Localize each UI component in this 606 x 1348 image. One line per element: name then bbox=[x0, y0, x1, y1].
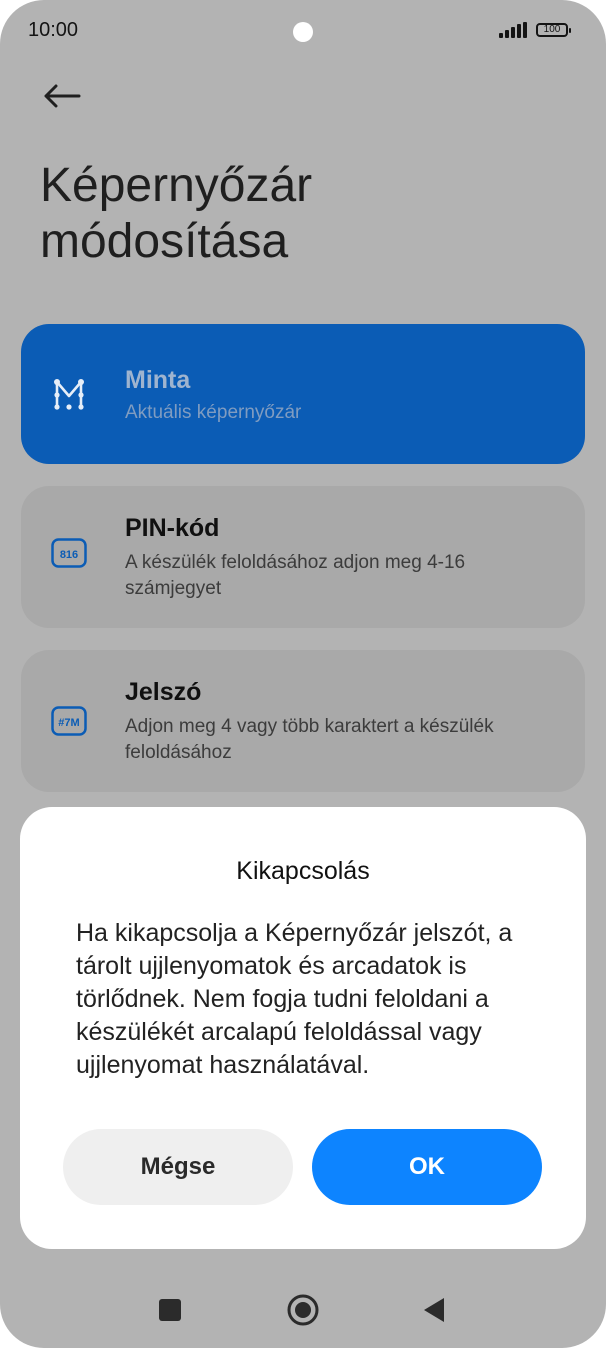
option-subtitle: Aktuális képernyőzár bbox=[125, 402, 302, 423]
nav-back-button[interactable] bbox=[412, 1288, 456, 1332]
status-bar: 10:00 100 bbox=[0, 0, 606, 62]
ok-button[interactable]: OK bbox=[312, 1129, 542, 1205]
pin-icon-text: 816 bbox=[60, 549, 78, 561]
cancel-button[interactable]: Mégse bbox=[63, 1129, 293, 1205]
pattern-icon bbox=[54, 379, 84, 410]
option-title: PIN-kód bbox=[125, 514, 220, 542]
signal-icon bbox=[499, 22, 527, 38]
status-time: 10:00 bbox=[28, 19, 79, 41]
disable-lock-dialog: Kikapcsolás Ha kikapcsolja a Képernyőzár… bbox=[20, 807, 586, 1249]
option-subtitle: A készülék feloldásához adjon meg 4-16 s… bbox=[125, 552, 466, 599]
recents-square-icon bbox=[159, 1299, 181, 1321]
page-title: Képernyőzár módosítása bbox=[40, 159, 313, 268]
option-password[interactable]: #7M Jelszó Adjon meg 4 vagy több karakte… bbox=[21, 650, 585, 792]
option-subtitle: Adjon meg 4 vagy több karaktert a készül… bbox=[125, 716, 494, 763]
battery-icon: 100 bbox=[536, 23, 571, 37]
back-arrow-icon bbox=[44, 84, 81, 108]
front-camera bbox=[293, 22, 313, 42]
option-pin[interactable]: 816 PIN-kód A készülék feloldásához adjo… bbox=[21, 486, 585, 628]
option-title: Minta bbox=[125, 366, 191, 394]
navigation-bar bbox=[0, 1270, 606, 1348]
password-icon-text: #7M bbox=[58, 717, 79, 729]
home-button[interactable] bbox=[281, 1288, 325, 1332]
password-icon: #7M bbox=[51, 706, 87, 736]
pin-icon: 816 bbox=[51, 538, 87, 568]
recents-button[interactable] bbox=[148, 1288, 192, 1332]
dialog-message: Ha kikapcsolja a Képernyőzár jelszót, a … bbox=[76, 919, 513, 1079]
dialog-title: Kikapcsolás bbox=[236, 857, 370, 885]
phone-screen: 10:00 100 Képernyőzár módosítása Minta A… bbox=[0, 0, 606, 1348]
home-circle-icon bbox=[287, 1294, 319, 1326]
option-pattern[interactable]: Minta Aktuális képernyőzár bbox=[21, 324, 585, 464]
option-title: Jelszó bbox=[125, 678, 202, 706]
back-button[interactable] bbox=[38, 74, 86, 118]
back-triangle-icon bbox=[424, 1298, 444, 1322]
